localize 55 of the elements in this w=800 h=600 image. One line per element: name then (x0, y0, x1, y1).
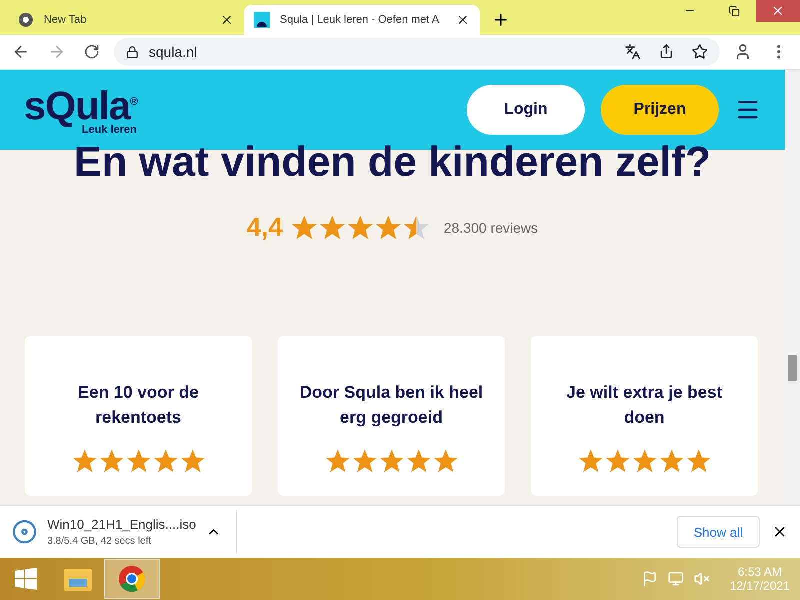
reload-icon[interactable] (84, 44, 100, 60)
url-text: squla.nl (149, 44, 198, 60)
star-icon (72, 448, 98, 474)
star-icon (180, 448, 206, 474)
star-icon (604, 448, 630, 474)
star-icon (290, 214, 318, 241)
star-icon (352, 448, 378, 474)
site-icon (254, 12, 270, 28)
clock-date: 12/17/2021 (730, 579, 790, 593)
star-icon (152, 448, 178, 474)
star-icon (578, 448, 604, 474)
download-status: 3.8/5.4 GB, 42 secs left (47, 536, 152, 547)
logo-tagline: Leuk leren (82, 124, 138, 136)
review-quote: Door Squla ben ik heel erg gegroeid (298, 382, 484, 429)
star-icon (686, 448, 712, 474)
star-icon (374, 214, 402, 241)
review-quote: Je wilt extra je best doen (566, 382, 724, 429)
show-all-button[interactable]: Show all (676, 516, 760, 548)
star-icon (406, 448, 432, 474)
start-icon[interactable] (14, 567, 38, 591)
profile-icon[interactable] (734, 43, 752, 61)
star-icon (98, 448, 124, 474)
star-icon (658, 448, 684, 474)
download-filename[interactable]: Win10_21H1_Englis....iso (47, 517, 196, 532)
star-icon (126, 448, 152, 474)
browser-icon[interactable] (118, 565, 146, 593)
star-icon (346, 214, 374, 241)
share-icon[interactable] (659, 44, 674, 59)
section-heading: En wat vinden de kinderen zelf? (72, 142, 712, 182)
star-icon (632, 448, 658, 474)
review-count: 28.300 reviews (444, 220, 538, 236)
rating-score: 4,4 (246, 212, 283, 243)
star-icon (432, 448, 458, 474)
browser-icon (18, 12, 34, 28)
star-icon (324, 448, 350, 474)
header-button[interactable]: Prijzen (601, 85, 719, 135)
bookmark-star-icon[interactable] (692, 44, 708, 60)
translate-icon[interactable] (625, 44, 641, 60)
star-icon (378, 448, 404, 474)
back-icon[interactable] (12, 43, 30, 61)
close-icon[interactable] (220, 13, 234, 27)
browser-tab[interactable]: New Tab (8, 5, 244, 35)
browser-tab[interactable]: Squla | Leuk leren - Oefen met A (244, 5, 480, 35)
new-tab-icon[interactable] (492, 11, 510, 29)
close-icon[interactable] (456, 13, 470, 27)
header-button[interactable]: Login (467, 85, 585, 135)
restore-icon[interactable] (728, 6, 740, 16)
star-icon (318, 214, 346, 241)
star-icon (402, 214, 430, 241)
lock-icon (126, 46, 139, 58)
review-quote: Een 10 voor de rekentoets (77, 382, 200, 429)
disc-icon (12, 519, 38, 545)
address-bar[interactable]: squla.nl (114, 38, 720, 66)
scrollbar[interactable] (785, 70, 800, 505)
clock-time: 6:53 AM (738, 565, 782, 579)
